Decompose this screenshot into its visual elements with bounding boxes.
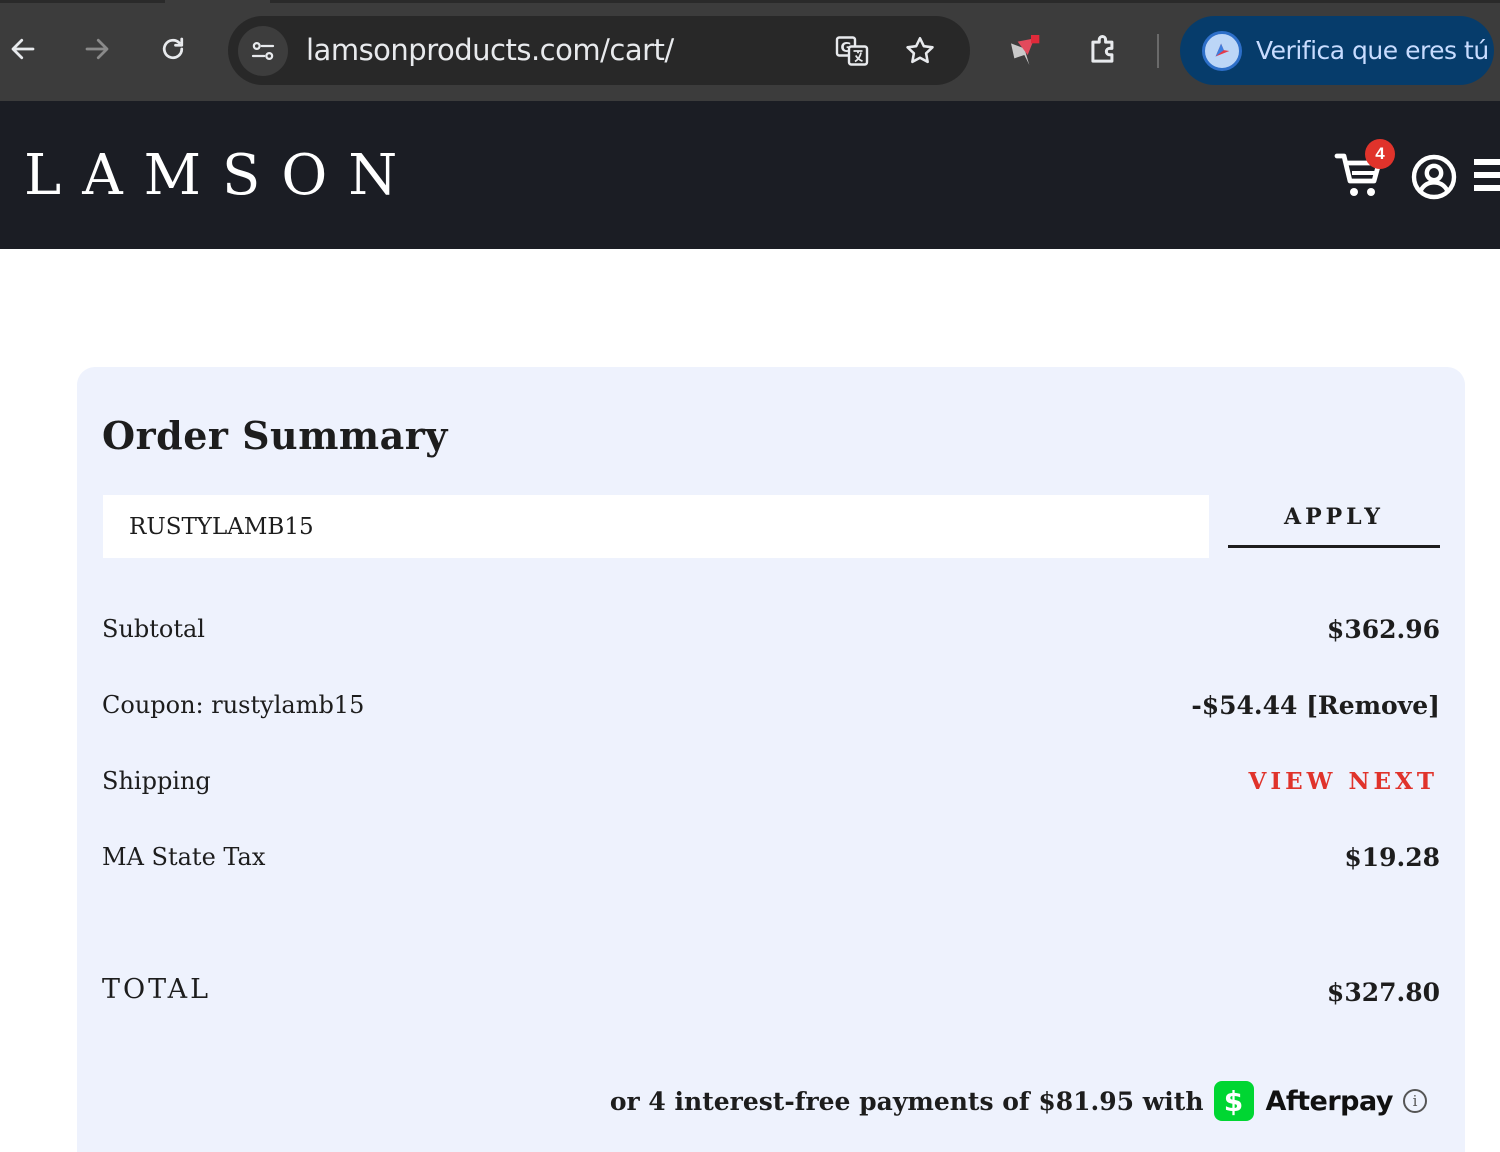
tab-strip <box>0 0 1500 3</box>
afterpay-message: or 4 interest-free payments of $81.95 wi… <box>610 1079 1427 1123</box>
verify-account-icon <box>1202 30 1242 71</box>
menu-button[interactable] <box>1474 159 1500 195</box>
subtotal-value: $362.96 <box>1326 615 1440 644</box>
view-next-shipping-link[interactable]: VIEW NEXT <box>1249 768 1439 795</box>
cashapp-icon: $ <box>1213 1081 1254 1121</box>
reload-icon <box>162 37 184 60</box>
total-label: TOTAL <box>102 974 212 1005</box>
afterpay-logo: Afterpay <box>1265 1085 1394 1117</box>
verify-text: Verifica que eres tú <box>1256 36 1489 65</box>
tax-label: MA State Tax <box>102 843 266 871</box>
site-logo[interactable]: LAMSON <box>24 143 418 208</box>
site-info-button[interactable] <box>238 26 288 76</box>
back-button[interactable] <box>0 26 46 72</box>
tax-value: $19.28 <box>1344 843 1440 872</box>
info-icon[interactable]: i <box>1403 1089 1427 1113</box>
account-icon <box>1411 154 1457 200</box>
url-text[interactable]: lamsonproducts.com/cart/ <box>306 33 674 67</box>
menu-icon <box>1474 159 1500 191</box>
site-header: LAMSON <box>0 101 1500 249</box>
back-icon <box>11 38 35 60</box>
total-value: $327.80 <box>1326 978 1440 1007</box>
shipping-label: Shipping <box>102 767 211 795</box>
afterpay-installment-text: or 4 interest-free payments of $81.95 wi… <box>609 1086 1204 1116</box>
extension-pin-icon <box>1011 35 1040 65</box>
bookmark-button[interactable] <box>902 33 938 69</box>
coupon-discount-remove-link[interactable]: -$54.44 [Remove] <box>1191 691 1440 720</box>
extension-pin-button[interactable] <box>1006 30 1046 70</box>
profile-verify-button[interactable]: Verifica que eres tú <box>1180 16 1494 85</box>
forward-icon <box>85 38 109 60</box>
coupon-label: Coupon: rustylamb15 <box>102 691 365 719</box>
subtotal-label: Subtotal <box>102 615 205 643</box>
site-info-icon <box>251 41 275 60</box>
account-button[interactable] <box>1410 153 1458 201</box>
reload-button[interactable] <box>150 26 196 72</box>
browser-toolbar: lamsonproducts.com/cart/ G Verifica que … <box>0 0 1500 101</box>
extensions-button[interactable] <box>1084 30 1124 70</box>
address-bar[interactable]: lamsonproducts.com/cart/ G <box>228 16 970 85</box>
translate-button[interactable]: G <box>834 33 870 69</box>
forward-button[interactable] <box>74 26 120 72</box>
order-summary-title: Order Summary <box>102 413 448 458</box>
cart-count-badge: 4 <box>1365 139 1395 169</box>
extensions-puzzle-icon <box>1091 35 1114 63</box>
apply-coupon-button[interactable]: APPLY <box>1228 504 1440 548</box>
bookmark-star-icon <box>906 36 934 64</box>
toolbar-divider <box>1157 34 1159 68</box>
order-summary-panel: Order Summary APPLY Subtotal $362.96 Cou… <box>77 367 1465 1152</box>
translate-icon: G <box>835 36 869 66</box>
coupon-code-input[interactable] <box>103 495 1209 558</box>
